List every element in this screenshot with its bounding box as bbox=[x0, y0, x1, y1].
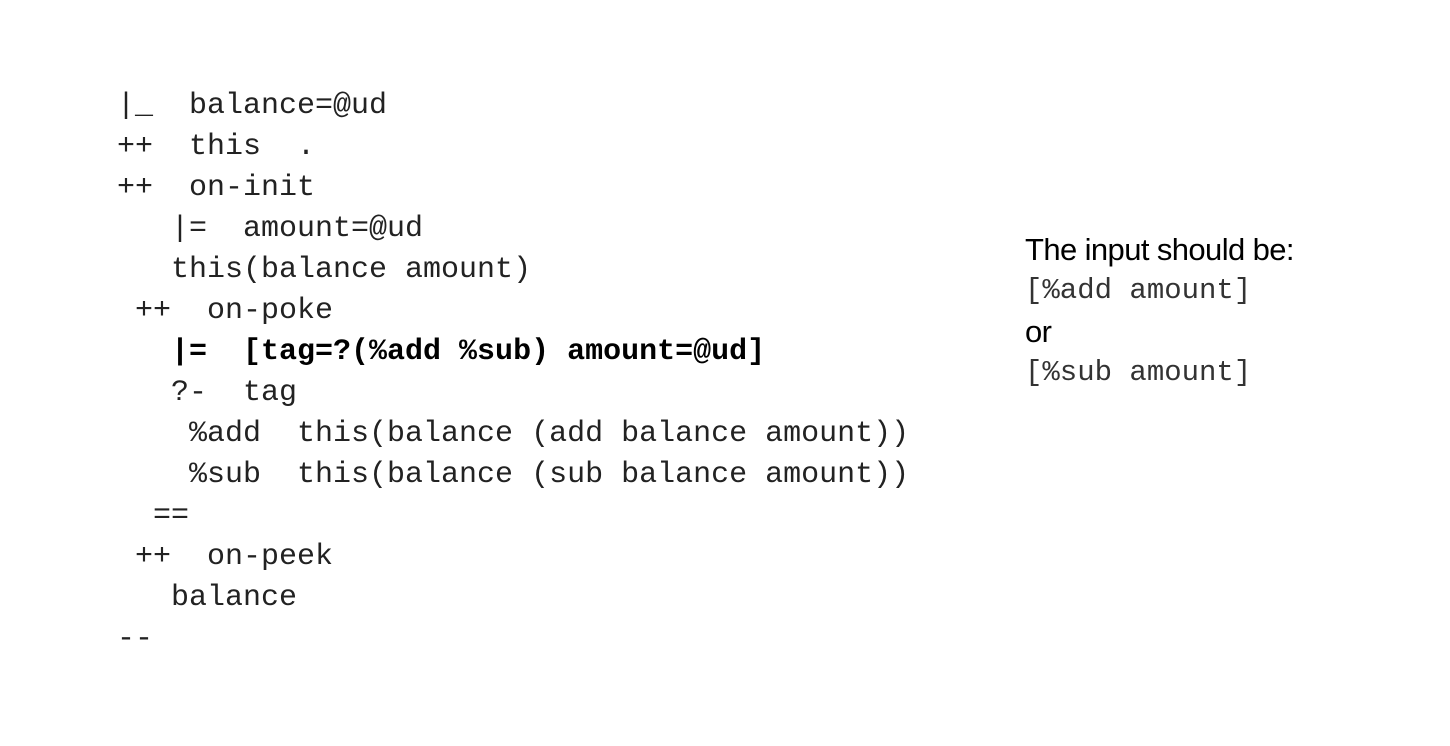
code-line-add-case: %add this(balance (add balance amount)) bbox=[117, 417, 910, 451]
note-or: or bbox=[1025, 314, 1052, 349]
code-line-on-init: ++ on-init bbox=[117, 171, 316, 205]
code-line-this: ++ this . bbox=[117, 130, 316, 164]
input-note: The input should be: [%add amount] or [%… bbox=[1025, 229, 1295, 393]
code-line-switch-end: == bbox=[117, 499, 190, 533]
note-option-add: [%add amount] bbox=[1025, 274, 1252, 307]
note-heading: The input should be: bbox=[1025, 232, 1295, 267]
code-line-init-gate: |= amount=@ud bbox=[117, 212, 424, 246]
code-line-init-body: this(balance amount) bbox=[117, 253, 532, 287]
code-line-switch: ?- tag bbox=[117, 376, 298, 410]
note-option-sub: [%sub amount] bbox=[1025, 356, 1252, 389]
code-listing: |_ balance=@ud ++ this . ++ on-init |= amo… bbox=[117, 86, 909, 660]
code-line-on-peek: ++ on-peek bbox=[117, 540, 334, 574]
code-line-on-poke: ++ on-poke bbox=[117, 294, 334, 328]
code-line-core-end: -- bbox=[117, 622, 154, 656]
code-line-state: |_ balance=@ud bbox=[117, 89, 388, 123]
code-line-peek-body: balance bbox=[117, 581, 298, 615]
code-line-poke-gate: |= [tag=?(%add %sub) amount=@ud] bbox=[117, 335, 766, 369]
code-line-sub-case: %sub this(balance (sub balance amount)) bbox=[117, 458, 910, 492]
